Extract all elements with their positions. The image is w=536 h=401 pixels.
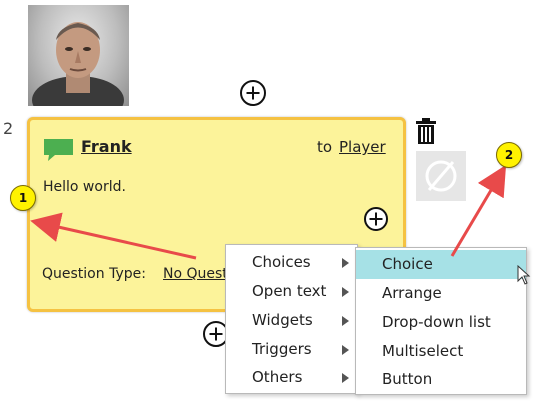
add-node-above-icon[interactable] [240, 80, 266, 106]
submenu-item-drop-down-list[interactable]: Drop-down list [356, 308, 526, 337]
message-text[interactable]: Hello world. [43, 179, 126, 195]
mouse-cursor-icon [517, 265, 531, 285]
speech-bubble-icon [44, 139, 73, 161]
speaker-avatar [28, 5, 129, 106]
submenu-item-multiselect[interactable]: Multiselect [356, 337, 526, 366]
choices-submenu: Choice Arrange Drop-down list Multiselec… [355, 247, 527, 395]
submenu-item-arrange[interactable]: Arrange [356, 279, 526, 308]
submenu-arrow-icon [342, 344, 349, 355]
submenu-item-choice[interactable]: Choice [356, 250, 526, 279]
menu-item-label: Open text [252, 282, 327, 300]
trash-icon[interactable] [416, 118, 436, 144]
submenu-arrow-icon [342, 372, 349, 383]
menu-item-triggers[interactable]: Triggers [226, 335, 357, 364]
recipient-link[interactable]: Player [339, 138, 386, 156]
menu-item-label: Widgets [252, 311, 313, 329]
menu-item-label: Choices [252, 253, 311, 271]
menu-item-choices[interactable]: Choices [226, 248, 357, 277]
menu-item-others[interactable]: Others [226, 363, 357, 392]
menu-item-open-text[interactable]: Open text [226, 277, 357, 306]
menu-item-label: Others [252, 368, 303, 386]
null-symbol-icon [425, 160, 457, 192]
add-choice-icon[interactable] [364, 207, 388, 231]
submenu-arrow-icon [342, 286, 349, 297]
callout-badge-1: 1 [10, 185, 36, 211]
menu-item-widgets[interactable]: Widgets [226, 306, 357, 335]
question-type-label: Question Type: [42, 266, 146, 282]
menu-item-label: Triggers [252, 340, 312, 358]
submenu-item-button[interactable]: Button [356, 365, 526, 394]
callout-badge-2: 2 [496, 142, 522, 168]
node-index: 2 [3, 119, 14, 138]
submenu-arrow-icon [342, 315, 349, 326]
to-label: to [317, 138, 333, 156]
null-symbol-tile[interactable] [416, 151, 466, 201]
submenu-arrow-icon [342, 257, 349, 268]
speaker-name-link[interactable]: Frank [81, 137, 132, 156]
context-menu: Choices Open text Widgets Triggers Other… [225, 244, 358, 394]
